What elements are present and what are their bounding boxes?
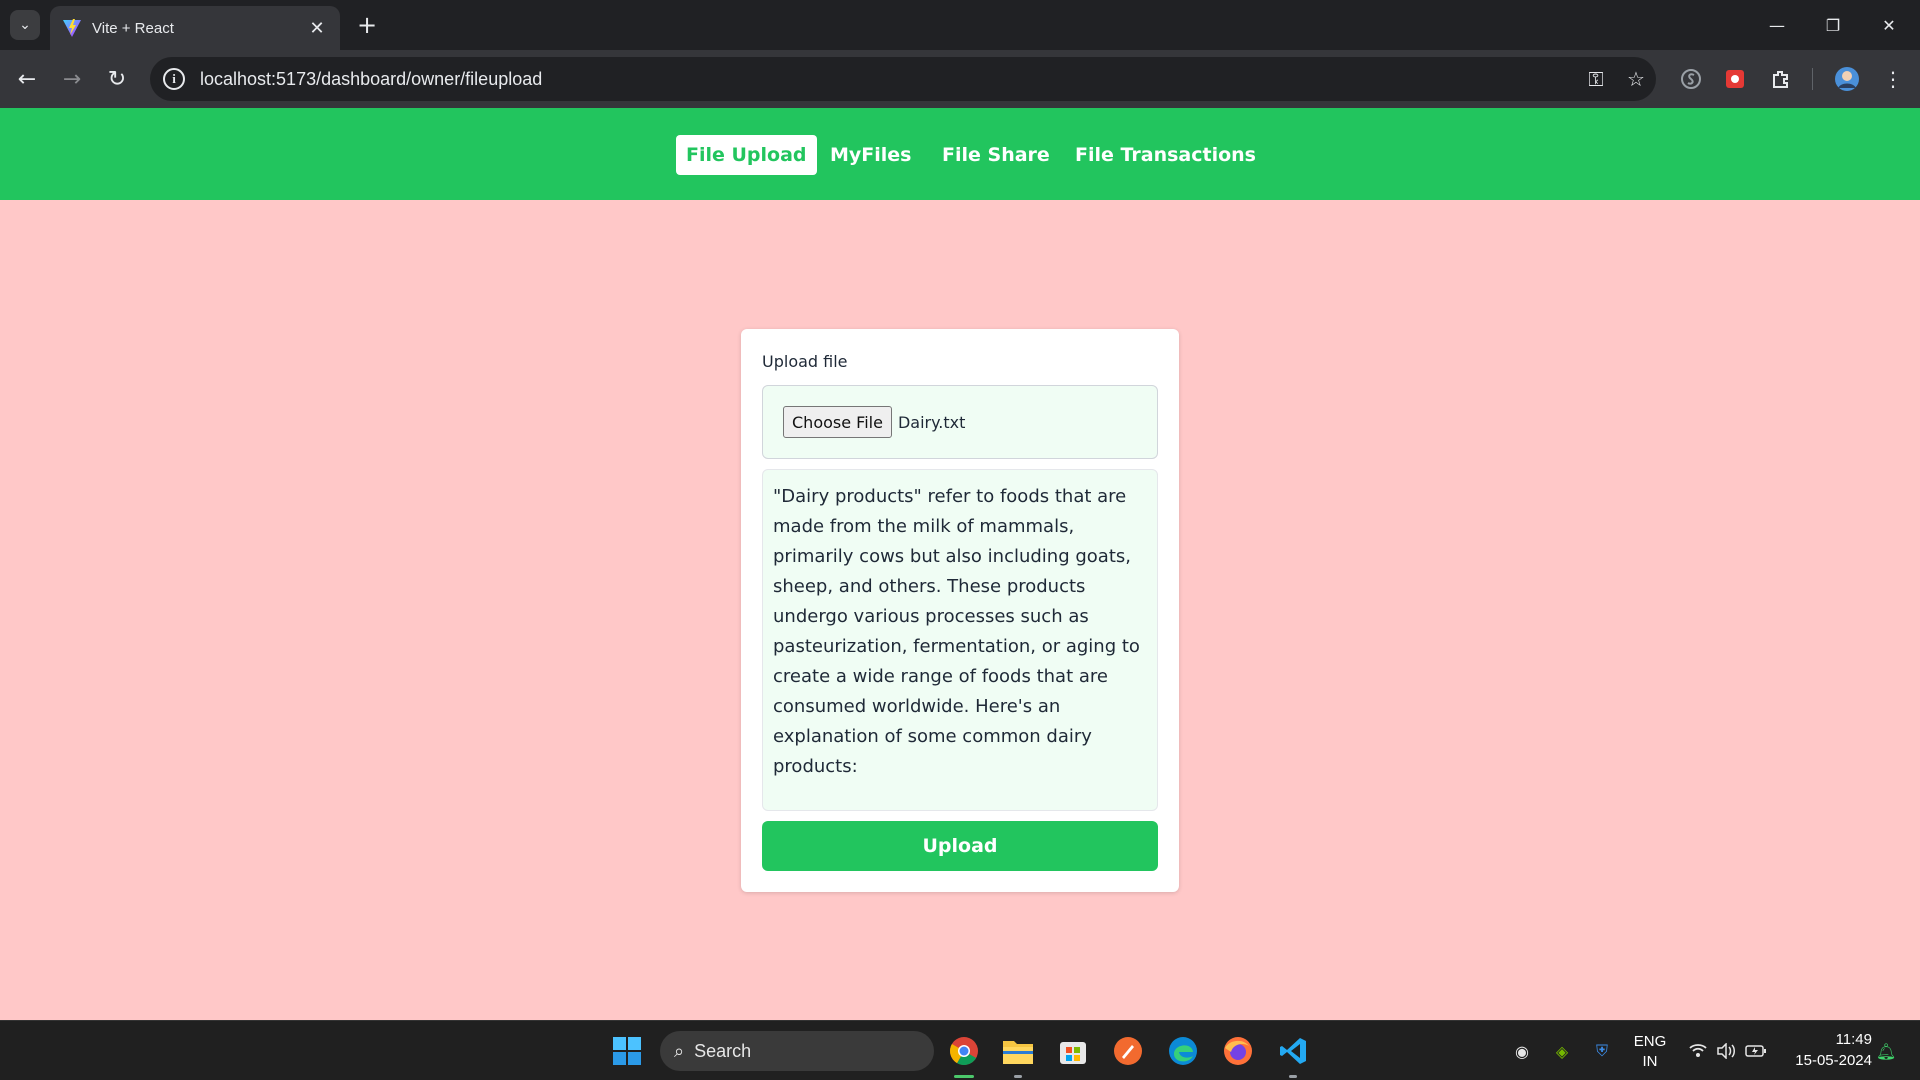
clock-time[interactable]: 11:49 <box>1776 1031 1872 1048</box>
file-explorer-icon[interactable] <box>1000 1033 1036 1069</box>
tray-app-icon[interactable]: ◉ <box>1510 1039 1534 1063</box>
taskbar: ⌕ Search ◉ ◈ ⛨ ENG IN 11:49 15-05-2024 🔔… <box>0 1020 1920 1080</box>
nav-link-myfiles[interactable]: MyFiles <box>820 135 922 175</box>
taskbar-search[interactable]: ⌕ Search <box>660 1031 934 1071</box>
file-input[interactable]: Choose File Dairy.txt <box>762 385 1158 459</box>
taskbar-search-label: Search <box>694 1040 752 1061</box>
extension-red-icon[interactable] <box>1720 64 1750 94</box>
tab-close-icon[interactable]: ✕ <box>306 18 328 39</box>
nav-link-file-share[interactable]: File Share <box>932 135 1060 175</box>
brave-pen-app-icon[interactable] <box>1110 1033 1146 1069</box>
browser-menu-icon[interactable]: ⋮ <box>1878 64 1908 94</box>
file-content-preview[interactable]: "Dairy products" refer to foods that are… <box>762 469 1158 811</box>
clock-date[interactable]: 15-05-2024 <box>1776 1052 1872 1069</box>
browser-titlebar: ⌄ Vite + React ✕ + — ❐ ✕ <box>0 0 1920 50</box>
password-key-icon[interactable]: ⚿ <box>1576 67 1616 91</box>
firefox-icon[interactable] <box>1220 1033 1256 1069</box>
selected-file-name: Dairy.txt <box>897 412 966 432</box>
address-bar[interactable]: i localhost:5173/dashboard/owner/fileupl… <box>150 57 1656 101</box>
new-tab-button[interactable]: + <box>352 10 382 40</box>
battery-icon[interactable] <box>1744 1039 1768 1063</box>
tab-title: Vite + React <box>92 19 174 37</box>
back-arrow-icon[interactable]: ← <box>10 62 44 96</box>
upload-button[interactable]: Upload <box>762 821 1158 871</box>
choose-file-button[interactable]: Choose File <box>783 406 892 438</box>
chrome-icon[interactable] <box>946 1033 982 1069</box>
language-indicator[interactable]: ENG <box>1628 1033 1672 1050</box>
security-shield-icon[interactable]: ⛨ <box>1590 1039 1614 1063</box>
extension-s-icon[interactable] <box>1676 64 1706 94</box>
bookmark-star-icon[interactable]: ☆ <box>1616 67 1656 91</box>
restore-button[interactable]: ❐ <box>1810 8 1856 42</box>
microsoft-store-icon[interactable] <box>1055 1033 1091 1069</box>
edge-icon[interactable] <box>1165 1033 1201 1069</box>
forward-arrow-icon[interactable]: → <box>55 62 89 96</box>
reload-icon[interactable]: ↻ <box>100 62 134 96</box>
upload-card: Upload file Choose File Dairy.txt "Dairy… <box>741 329 1179 892</box>
nav-link-file-transactions[interactable]: File Transactions <box>1065 135 1266 175</box>
file-explorer-indicator <box>1014 1075 1022 1078</box>
extensions-puzzle-icon[interactable] <box>1766 64 1796 94</box>
browser-tab[interactable]: Vite + React ✕ <box>50 6 340 50</box>
app-navbar: File Upload MyFiles File Share File Tran… <box>0 108 1920 200</box>
windows-start-icon[interactable] <box>609 1033 645 1069</box>
chrome-active-indicator <box>954 1075 974 1078</box>
nav-link-file-upload[interactable]: File Upload <box>676 135 817 175</box>
vscode-indicator <box>1289 1075 1297 1078</box>
tab-search-chevron-icon[interactable]: ⌄ <box>10 10 40 40</box>
close-window-button[interactable]: ✕ <box>1866 8 1912 42</box>
address-bar-url[interactable]: localhost:5173/dashboard/owner/fileuploa… <box>200 69 1576 90</box>
vite-logo-icon <box>63 19 81 37</box>
browser-toolbar: ← → ↻ i localhost:5173/dashboard/owner/f… <box>0 50 1920 108</box>
minimize-button[interactable]: — <box>1754 8 1800 42</box>
site-info-icon[interactable]: i <box>163 68 185 90</box>
wifi-icon[interactable] <box>1686 1039 1710 1063</box>
nvidia-icon[interactable]: ◈ <box>1550 1039 1574 1063</box>
profile-avatar[interactable] <box>1832 64 1862 94</box>
notification-bell-icon[interactable]: 🔔︎ <box>1874 1039 1898 1063</box>
vscode-icon[interactable] <box>1275 1033 1311 1069</box>
toolbar-divider <box>1812 68 1813 90</box>
region-indicator[interactable]: IN <box>1628 1053 1672 1070</box>
upload-file-label: Upload file <box>762 352 848 371</box>
search-icon: ⌕ <box>674 1040 685 1061</box>
volume-icon[interactable] <box>1714 1039 1738 1063</box>
